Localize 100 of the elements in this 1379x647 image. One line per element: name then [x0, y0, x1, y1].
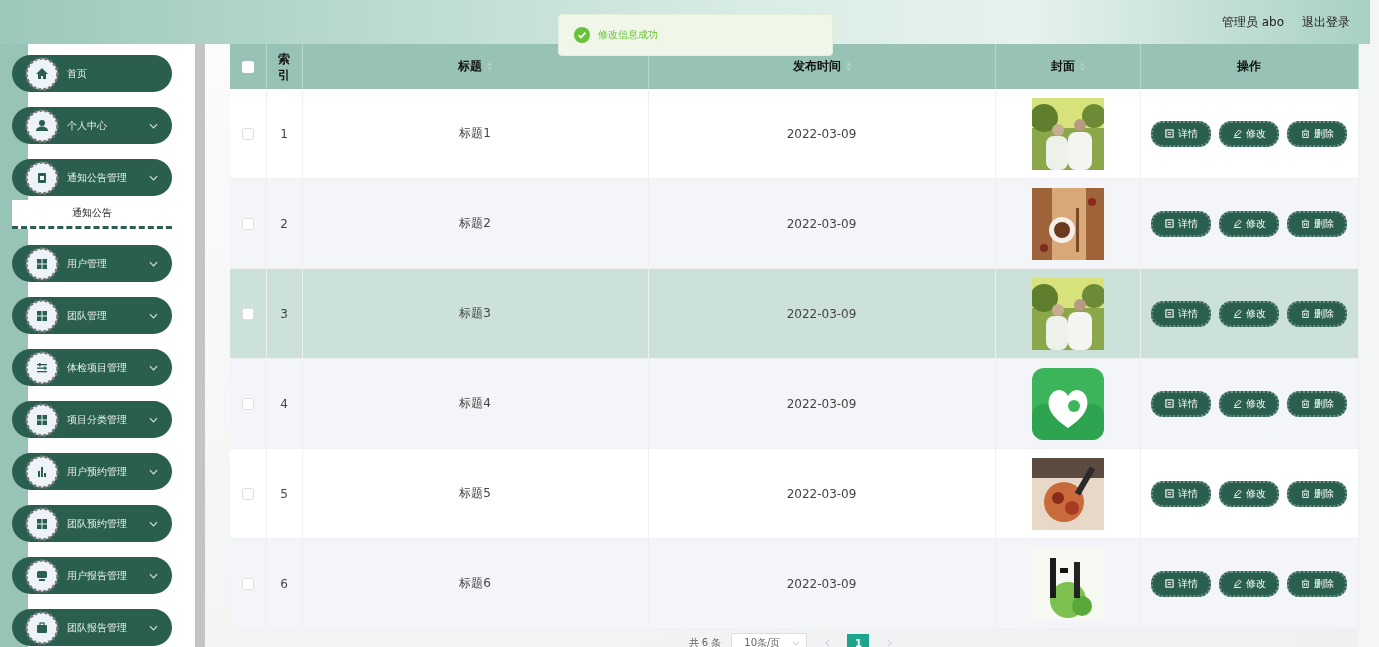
- monitor-icon: [25, 558, 59, 593]
- pencil-icon: [1232, 579, 1242, 588]
- row-checkbox[interactable]: [241, 488, 254, 500]
- date-cell: 2022-03-09: [786, 126, 857, 141]
- menu-item[interactable]: 团队管理: [12, 297, 172, 334]
- grid-icon: [25, 402, 59, 437]
- submenu-item[interactable]: 通知公告: [12, 200, 172, 229]
- document-icon: [1164, 309, 1174, 318]
- chevron-down-icon: [149, 260, 158, 267]
- document-icon: [1164, 579, 1174, 588]
- chevron-down-icon: [149, 312, 158, 319]
- index-cell: 2: [280, 216, 288, 231]
- trash-icon: [1300, 399, 1310, 408]
- logout-link[interactable]: 退出登录: [1302, 13, 1350, 31]
- sort-icon[interactable]: [845, 62, 851, 71]
- column-header: 操作: [1237, 58, 1261, 75]
- chevron-down-icon: [149, 468, 158, 475]
- edit-button[interactable]: 修改: [1219, 480, 1279, 507]
- table-row[interactable]: 1 标题1 2022-03-09 详情 修改 删除: [230, 89, 1358, 179]
- sliders-icon: [25, 350, 59, 385]
- column-header: 标题: [458, 58, 482, 75]
- total-count: 共 6 条: [688, 636, 722, 647]
- pencil-icon: [1232, 309, 1242, 318]
- menu-item[interactable]: 个人中心: [12, 107, 172, 144]
- index-cell: 1: [280, 126, 288, 141]
- title-cell: 标题4: [459, 396, 491, 410]
- page-size-select[interactable]: 10条/页: [731, 633, 808, 647]
- detail-button[interactable]: 详情: [1151, 480, 1211, 507]
- row-checkbox[interactable]: [241, 218, 254, 230]
- clipboard-icon: [25, 160, 59, 195]
- toast-message: 修改信息成功: [598, 28, 658, 42]
- row-checkbox[interactable]: [241, 308, 254, 320]
- detail-button[interactable]: 详情: [1151, 300, 1211, 327]
- menu-item[interactable]: 首页: [12, 55, 172, 92]
- date-cell: 2022-03-09: [786, 396, 857, 411]
- chevron-down-icon: [149, 572, 158, 579]
- bar-chart-icon: [25, 454, 59, 489]
- trash-icon: [1300, 579, 1310, 588]
- document-icon: [1164, 219, 1174, 228]
- row-checkbox[interactable]: [241, 398, 254, 410]
- delete-button[interactable]: 删除: [1287, 570, 1347, 597]
- menu-item[interactable]: 团队报告管理: [12, 609, 172, 646]
- scrollbar[interactable]: [195, 44, 205, 647]
- index-cell: 4: [280, 396, 288, 411]
- menu-item[interactable]: 用户管理: [12, 245, 172, 282]
- trash-icon: [1300, 489, 1310, 498]
- chevron-down-icon: [149, 122, 158, 129]
- previous-page-button[interactable]: [817, 634, 838, 647]
- sort-icon[interactable]: [1079, 62, 1085, 71]
- pencil-icon: [1232, 489, 1242, 498]
- title-cell: 标题3: [459, 306, 491, 320]
- delete-button[interactable]: 删除: [1287, 300, 1347, 327]
- detail-button[interactable]: 详情: [1151, 390, 1211, 417]
- grid-icon: [25, 246, 59, 281]
- detail-button[interactable]: 详情: [1151, 210, 1211, 237]
- column-header: 封面: [1050, 58, 1075, 75]
- delete-button[interactable]: 删除: [1287, 120, 1347, 147]
- detail-button[interactable]: 详情: [1151, 570, 1211, 597]
- chevron-down-icon: [149, 174, 158, 181]
- index-cell: 5: [280, 486, 288, 501]
- row-checkbox[interactable]: [241, 578, 254, 590]
- menu-item[interactable]: 团队预约管理: [12, 505, 172, 542]
- sort-icon[interactable]: [487, 62, 492, 71]
- grid-icon: [25, 298, 59, 333]
- date-cell: 2022-03-09: [786, 486, 857, 501]
- chevron-down-icon: [149, 416, 158, 423]
- delete-button[interactable]: 删除: [1287, 480, 1347, 507]
- table-row[interactable]: 3 标题3 2022-03-09 详情 修改 删除: [230, 268, 1358, 359]
- chevron-down-icon: [149, 624, 158, 631]
- trash-icon: [1300, 129, 1310, 138]
- title-cell: 标题6: [459, 576, 491, 590]
- date-cell: 2022-03-09: [786, 576, 857, 591]
- edit-button[interactable]: 修改: [1219, 120, 1279, 147]
- next-page-button[interactable]: [879, 634, 900, 647]
- menu-item[interactable]: 体检项目管理: [12, 349, 172, 386]
- table-row[interactable]: 6 标题6 2022-03-09 详情 修改 删除: [230, 538, 1358, 629]
- menu-item[interactable]: 用户报告管理: [12, 557, 172, 594]
- menu-item[interactable]: 通知公告管理: [12, 159, 172, 196]
- trash-icon: [1300, 219, 1310, 228]
- column-header: 索引: [277, 50, 291, 83]
- delete-button[interactable]: 删除: [1287, 390, 1347, 417]
- edit-button[interactable]: 修改: [1219, 570, 1279, 597]
- table-row[interactable]: 4 标题4 2022-03-09 详情 修改 删除: [230, 358, 1358, 449]
- row-checkbox[interactable]: [241, 128, 254, 140]
- success-icon: [574, 27, 590, 43]
- select-all-checkbox[interactable]: [241, 61, 254, 73]
- menu-item[interactable]: 项目分类管理: [12, 401, 172, 438]
- edit-button[interactable]: 修改: [1219, 300, 1279, 327]
- chevron-down-icon: [149, 364, 158, 371]
- edit-button[interactable]: 修改: [1219, 390, 1279, 417]
- edit-button[interactable]: 修改: [1219, 210, 1279, 237]
- document-icon: [1164, 489, 1174, 498]
- delete-button[interactable]: 删除: [1287, 210, 1347, 237]
- detail-button[interactable]: 详情: [1151, 120, 1211, 147]
- chevron-down-icon: [792, 640, 801, 646]
- index-cell: 3: [280, 306, 288, 321]
- menu-item[interactable]: 用户预约管理: [12, 453, 172, 490]
- table-row[interactable]: 5 标题5 2022-03-09 详情 修改 删除: [230, 448, 1358, 539]
- table-row[interactable]: 2 标题2 2022-03-09 详情 修改 删除: [230, 178, 1358, 269]
- user-name: 管理员 abo: [1221, 13, 1284, 31]
